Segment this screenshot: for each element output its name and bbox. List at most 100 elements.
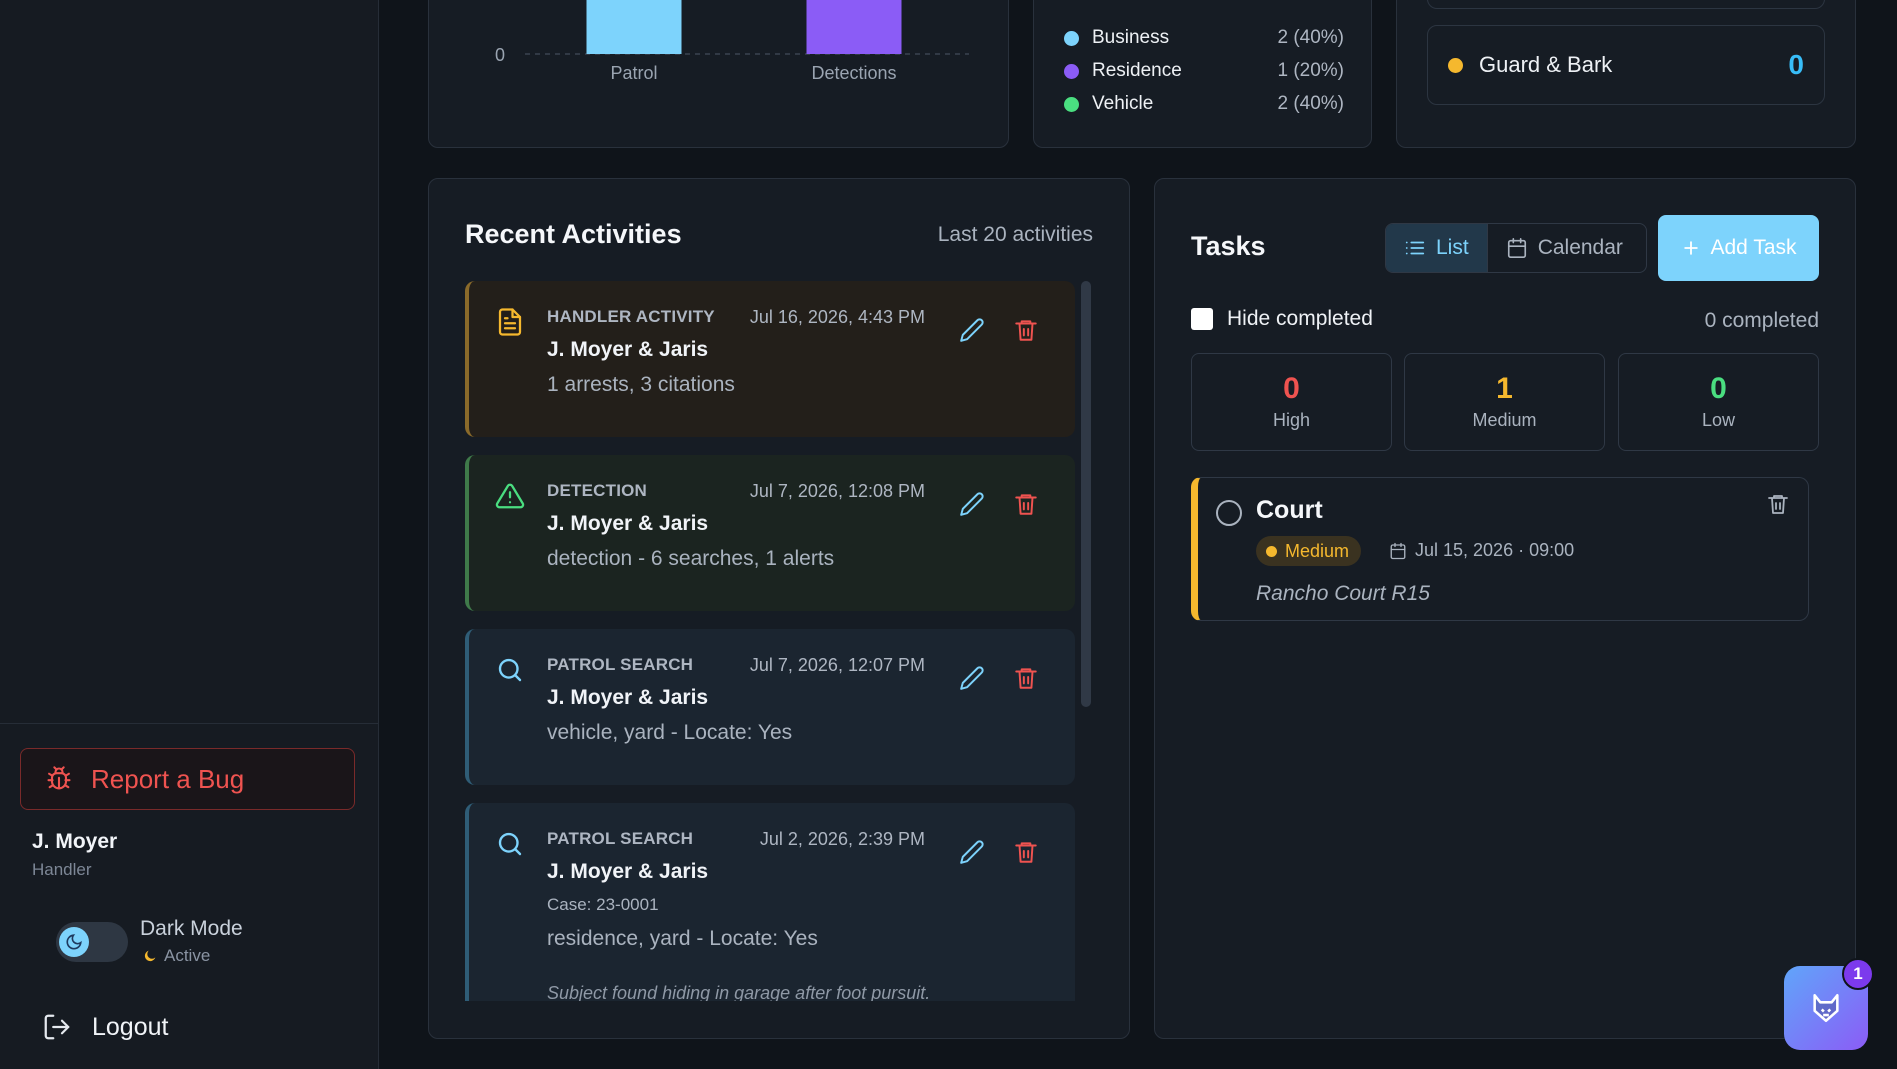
priority-count: 1 — [1496, 372, 1513, 405]
hide-completed-checkbox[interactable] — [1191, 308, 1213, 330]
sidebar-divider — [0, 723, 379, 724]
legend-name: Vehicle — [1092, 93, 1154, 114]
task-item[interactable]: Court Medium Jul 15, 2026 · 09:00 Rancho… — [1191, 477, 1809, 621]
bar-patrol — [586, 0, 682, 54]
activity-type: PATROL SEARCH — [547, 655, 694, 674]
activity-note: Subject found hiding in garage after foo… — [547, 983, 931, 1001]
dark-mode-label: Dark Mode — [140, 917, 243, 940]
hide-completed-label: Hide completed — [1227, 307, 1373, 330]
task-location: Rancho Court R15 — [1256, 582, 1430, 605]
activity-type: DETECTION — [547, 481, 648, 500]
task-due-date: Jul 15, 2026 · 09:00 — [1389, 540, 1574, 561]
bar-detections — [806, 0, 902, 54]
search-icon — [495, 655, 525, 685]
activities-list[interactable]: HANDLER ACTIVITY Jul 16, 2026, 4:43 PM J… — [465, 281, 1075, 1001]
activity-team: J. Moyer & Jaris — [547, 686, 709, 709]
legend-value: 2 (40%) — [1277, 27, 1344, 48]
trash-icon[interactable] — [1013, 839, 1039, 865]
trash-icon[interactable] — [1013, 491, 1039, 517]
dark-mode-toggle[interactable] — [56, 922, 128, 962]
program-name: Guard & Bark — [1479, 52, 1613, 77]
moon-icon — [59, 927, 89, 957]
trash-icon[interactable] — [1013, 317, 1039, 343]
priority-label: Low — [1701, 410, 1736, 430]
add-task-label: Add Task — [1710, 236, 1797, 259]
edit-icon[interactable] — [959, 491, 985, 517]
logout-button[interactable]: Logout — [42, 1012, 168, 1042]
priority-count: 0 — [1710, 372, 1727, 405]
legend-dot — [1064, 30, 1079, 46]
list-view-label: List — [1436, 236, 1469, 259]
tasks-title: Tasks — [1191, 231, 1266, 261]
activities-subtitle: Last 20 activities — [937, 223, 1093, 246]
search-icon — [495, 829, 525, 859]
tasks-view-toggle: List Calendar — [1385, 223, 1647, 273]
activity-team: J. Moyer & Jaris — [547, 512, 709, 535]
logout-label: Logout — [92, 1012, 169, 1041]
activity-item[interactable]: PATROL SEARCH Jul 7, 2026, 12:07 PM J. M… — [465, 629, 1075, 785]
activity-team: J. Moyer & Jaris — [547, 860, 709, 883]
sidebar: Report a Bug J. Moyer Handler Dark Mode … — [0, 0, 379, 1069]
priority-count: 0 — [1283, 372, 1300, 405]
task-due-date-text: Jul 15, 2026 · 09:00 — [1415, 540, 1575, 560]
activity-description: 1 arrests, 3 citations — [547, 373, 735, 396]
legend-row-business: Business 2 (40%) — [1064, 27, 1344, 49]
activity-item[interactable]: HANDLER ACTIVITY Jul 16, 2026, 4:43 PM J… — [465, 281, 1075, 437]
activity-description: detection - 6 searches, 1 alerts — [547, 547, 835, 570]
legend-dot — [1064, 63, 1079, 79]
bar-chart: 0 Patrol Detections — [495, 0, 969, 83]
legend-name: Business — [1092, 27, 1170, 48]
edit-icon[interactable] — [959, 665, 985, 691]
activity-date: Jul 2, 2026, 2:39 PM — [759, 829, 925, 849]
program-row-partial — [1427, 0, 1825, 9]
y-tick-label: 0 — [495, 45, 505, 65]
calendar-view-button[interactable]: Calendar — [1488, 224, 1641, 272]
trash-icon[interactable] — [1766, 492, 1790, 516]
x-tick-label: Patrol — [610, 63, 657, 83]
activity-type: PATROL SEARCH — [547, 829, 694, 848]
k9-mascot-icon — [1809, 991, 1843, 1025]
tasks-card: Tasks List Calendar Add Task Hide comple… — [1154, 178, 1856, 1039]
priority-low-box: 0 Low — [1618, 353, 1819, 451]
calendar-view-label: Calendar — [1537, 236, 1623, 259]
activity-item[interactable]: PATROL SEARCH Jul 2, 2026, 2:39 PM J. Mo… — [465, 803, 1075, 1001]
list-icon — [1404, 237, 1426, 259]
task-priority-badge: Medium — [1256, 536, 1362, 566]
activity-case-number: Case: 23-0001 — [547, 895, 659, 914]
dark-mode-state: Active — [142, 946, 210, 966]
calendar-icon — [1389, 542, 1407, 560]
task-priority-label: Medium — [1285, 540, 1350, 561]
crescent-icon — [142, 948, 158, 964]
activity-description: residence, yard - Locate: Yes — [547, 927, 818, 950]
activity-date: Jul 7, 2026, 12:07 PM — [749, 655, 925, 675]
legend-name: Residence — [1092, 60, 1182, 81]
activity-date: Jul 7, 2026, 12:08 PM — [749, 481, 925, 501]
notification-badge: 1 — [1842, 958, 1874, 990]
hide-completed-row: Hide completed — [1191, 307, 1373, 331]
activity-team: J. Moyer & Jaris — [547, 338, 709, 361]
logout-icon — [42, 1012, 72, 1042]
trash-icon[interactable] — [1013, 665, 1039, 691]
programs-card: Guard & Bark 0 — [1396, 0, 1856, 148]
edit-icon[interactable] — [959, 317, 985, 343]
program-count: 0 — [1788, 49, 1804, 80]
edit-icon[interactable] — [959, 839, 985, 865]
warning-icon — [495, 481, 525, 511]
user-role: Handler — [32, 860, 92, 879]
type-breakdown-card: Business 2 (40%) Residence 1 (20%) Vehic… — [1033, 0, 1372, 148]
x-tick-label: Detections — [811, 63, 896, 83]
priority-label: Medium — [1472, 410, 1537, 430]
report-bug-button[interactable]: Report a Bug — [20, 748, 355, 810]
task-complete-toggle[interactable] — [1216, 500, 1242, 526]
activity-item[interactable]: DETECTION Jul 7, 2026, 12:08 PM J. Moyer… — [465, 455, 1075, 611]
user-name: J. Moyer — [32, 830, 118, 853]
activities-title: Recent Activities — [465, 219, 682, 249]
program-row-guard-bark[interactable]: Guard & Bark 0 — [1427, 25, 1825, 105]
activity-date: Jul 16, 2026, 4:43 PM — [749, 307, 925, 327]
priority-high-box: 0 High — [1191, 353, 1392, 451]
calendar-icon — [1506, 237, 1528, 259]
activities-scrollbar[interactable] — [1081, 281, 1091, 707]
priority-dot — [1266, 545, 1277, 557]
add-task-button[interactable]: Add Task — [1658, 215, 1819, 281]
list-view-button[interactable]: List — [1386, 224, 1488, 272]
